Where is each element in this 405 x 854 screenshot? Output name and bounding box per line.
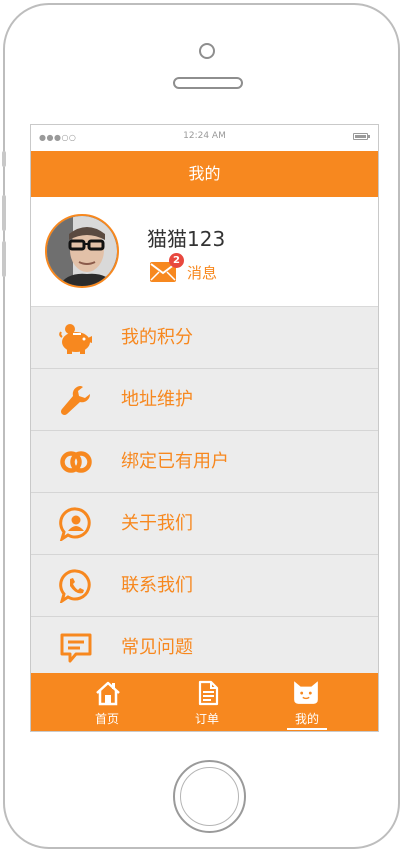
tab-orders[interactable]: 订单 (177, 673, 237, 731)
tab-home[interactable]: 首页 (77, 673, 137, 731)
front-camera (199, 43, 215, 59)
active-tab-indicator (287, 728, 327, 730)
menu-item-label: 常见问题 (121, 637, 193, 658)
phone-bubble-icon (59, 569, 91, 603)
menu-item-label: 我的积分 (121, 327, 193, 348)
app-screen: ●●●○○ 12:24 AM 我的 猫猫123 2 消息 我的积分 地址维护 绑… (30, 124, 379, 732)
volume-up-button (2, 195, 6, 231)
battery-icon (353, 133, 370, 140)
menu-item-points[interactable]: 我的积分 (31, 307, 378, 369)
home-button[interactable] (173, 760, 246, 833)
menu-item-contact[interactable]: 联系我们 (31, 555, 378, 617)
menu-item-label: 关于我们 (121, 513, 193, 534)
avatar[interactable] (45, 214, 119, 288)
profile-card: 猫猫123 2 消息 (31, 197, 378, 307)
menu-item-label: 绑定已有用户 (121, 451, 229, 472)
menu-item-bind-account[interactable]: 绑定已有用户 (31, 431, 378, 493)
status-bar: ●●●○○ 12:24 AM (31, 125, 378, 151)
earpiece-speaker (173, 77, 243, 89)
mute-switch (2, 151, 6, 167)
tab-label: 订单 (194, 712, 219, 726)
status-time: 12:24 AM (183, 131, 226, 141)
home-icon (96, 681, 120, 706)
menu-item-faq[interactable]: 常见问题 (31, 617, 378, 679)
settings-menu: 我的积分 地址维护 绑定已有用户 关于我们 联系我们 常见问题 (31, 307, 378, 679)
document-icon (198, 680, 219, 706)
user-bubble-icon (59, 507, 91, 541)
menu-item-about[interactable]: 关于我们 (31, 493, 378, 555)
message-count-badge: 2 (169, 253, 184, 268)
chat-lines-icon (60, 633, 92, 663)
menu-item-address[interactable]: 地址维护 (31, 369, 378, 431)
menu-item-label: 地址维护 (121, 389, 193, 410)
link-rings-icon (60, 451, 92, 473)
piggy-bank-icon (59, 324, 92, 354)
username: 猫猫123 (147, 227, 226, 251)
page-title: 我的 (31, 151, 378, 197)
bottom-tab-bar: 首页 订单 我的 (31, 673, 378, 731)
tab-label: 首页 (94, 712, 119, 726)
menu-item-label: 联系我们 (121, 575, 193, 596)
tab-mine[interactable]: 我的 (277, 673, 337, 731)
messages-label: 消息 (187, 264, 218, 282)
wrench-icon (60, 385, 91, 416)
tab-label: 我的 (294, 712, 319, 726)
volume-down-button (2, 241, 6, 277)
cat-face-icon (294, 681, 318, 704)
